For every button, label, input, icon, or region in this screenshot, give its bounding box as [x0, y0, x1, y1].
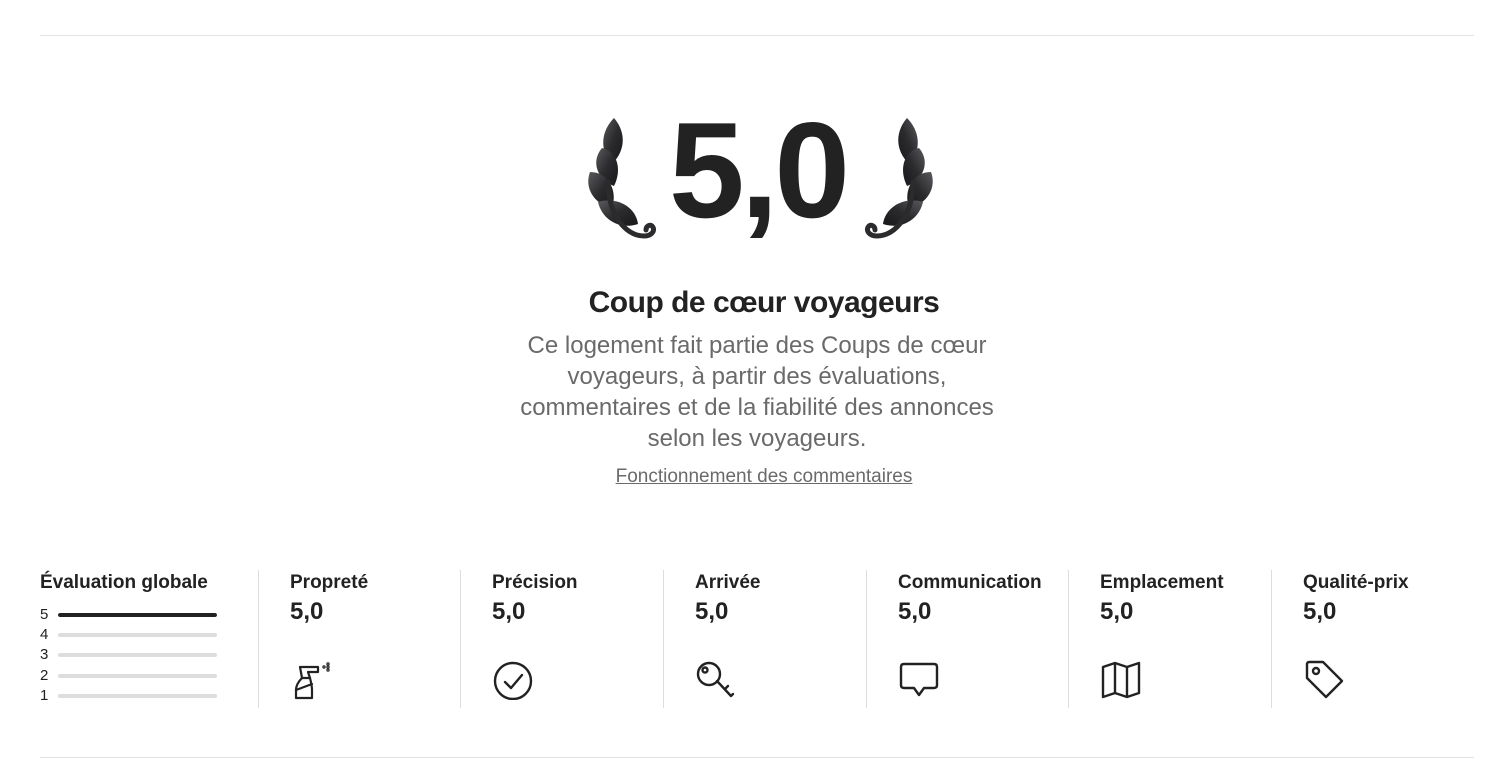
rating-bar-label: 1 [40, 687, 49, 704]
rating-bar-label: 2 [40, 667, 49, 684]
category-accuracy: Précision 5,0 [460, 570, 663, 708]
overall-rating-title: Évaluation globale [40, 572, 208, 593]
category-score: 5,0 [492, 598, 526, 625]
top-divider [40, 35, 1474, 36]
rating-bar-5: 5 [40, 605, 258, 625]
spray-bottle-icon [294, 662, 330, 700]
category-score: 5,0 [695, 598, 729, 625]
rating-bar-4: 4 [40, 625, 258, 645]
check-circle-icon [493, 661, 533, 700]
rating-bar-fill [58, 613, 217, 617]
rating-bar-3: 3 [40, 645, 258, 665]
laurel-right-icon [864, 118, 933, 239]
category-score: 5,0 [1100, 598, 1134, 625]
category-label: Communication [898, 572, 1042, 593]
score-row: 5,0 [0, 100, 1500, 280]
category-label: Propreté [290, 572, 369, 593]
rating-bar-track [58, 653, 217, 657]
guest-favorite-title: Coup de cœur voyageurs [588, 286, 940, 319]
rating-bar-track [58, 694, 217, 698]
rating-bar-label: 3 [40, 646, 49, 663]
category-check-in: Arrivée 5,0 [663, 570, 866, 708]
category-cleanliness: Propreté 5,0 [258, 570, 461, 708]
map-icon [1101, 661, 1141, 699]
bottom-divider [40, 757, 1474, 758]
rating-bar-1: 1 [40, 686, 258, 706]
overall-rating: Évaluation globale 5 4 3 2 1 [40, 570, 258, 708]
speech-bubble-icon [899, 662, 939, 697]
category-value: Qualité-prix 5,0 [1271, 570, 1475, 708]
price-tag-icon [1305, 660, 1344, 699]
category-label: Emplacement [1100, 572, 1224, 593]
rating-bar-track [58, 613, 217, 617]
category-location: Emplacement 5,0 [1068, 570, 1271, 708]
category-communication: Communication 5,0 [866, 570, 1069, 708]
reviews-section: 5,0 Coup de cœur voyageurs Ce logement f… [0, 0, 1500, 778]
category-label: Arrivée [695, 572, 761, 593]
rating-bar-label: 4 [40, 626, 49, 643]
category-label: Qualité-prix [1303, 572, 1409, 593]
guest-favorite-description: Ce logement fait partie des Coups de cœu… [520, 332, 994, 452]
category-score: 5,0 [898, 598, 932, 625]
category-score: 5,0 [1303, 598, 1337, 625]
rating-breakdown: Évaluation globale 5 4 3 2 1 Propreté 5,… [40, 570, 1474, 708]
rating-bar-label: 5 [40, 606, 49, 623]
rating-bar-2: 2 [40, 666, 258, 686]
key-icon [696, 661, 735, 698]
category-label: Précision [492, 572, 578, 593]
rating-bar-track [58, 674, 217, 678]
rating-bar-track [58, 633, 217, 637]
category-score: 5,0 [290, 598, 324, 625]
overall-score: 5,0 [668, 94, 850, 246]
how-reviews-work-link[interactable]: Fonctionnement des commentaires [14, 466, 1500, 488]
